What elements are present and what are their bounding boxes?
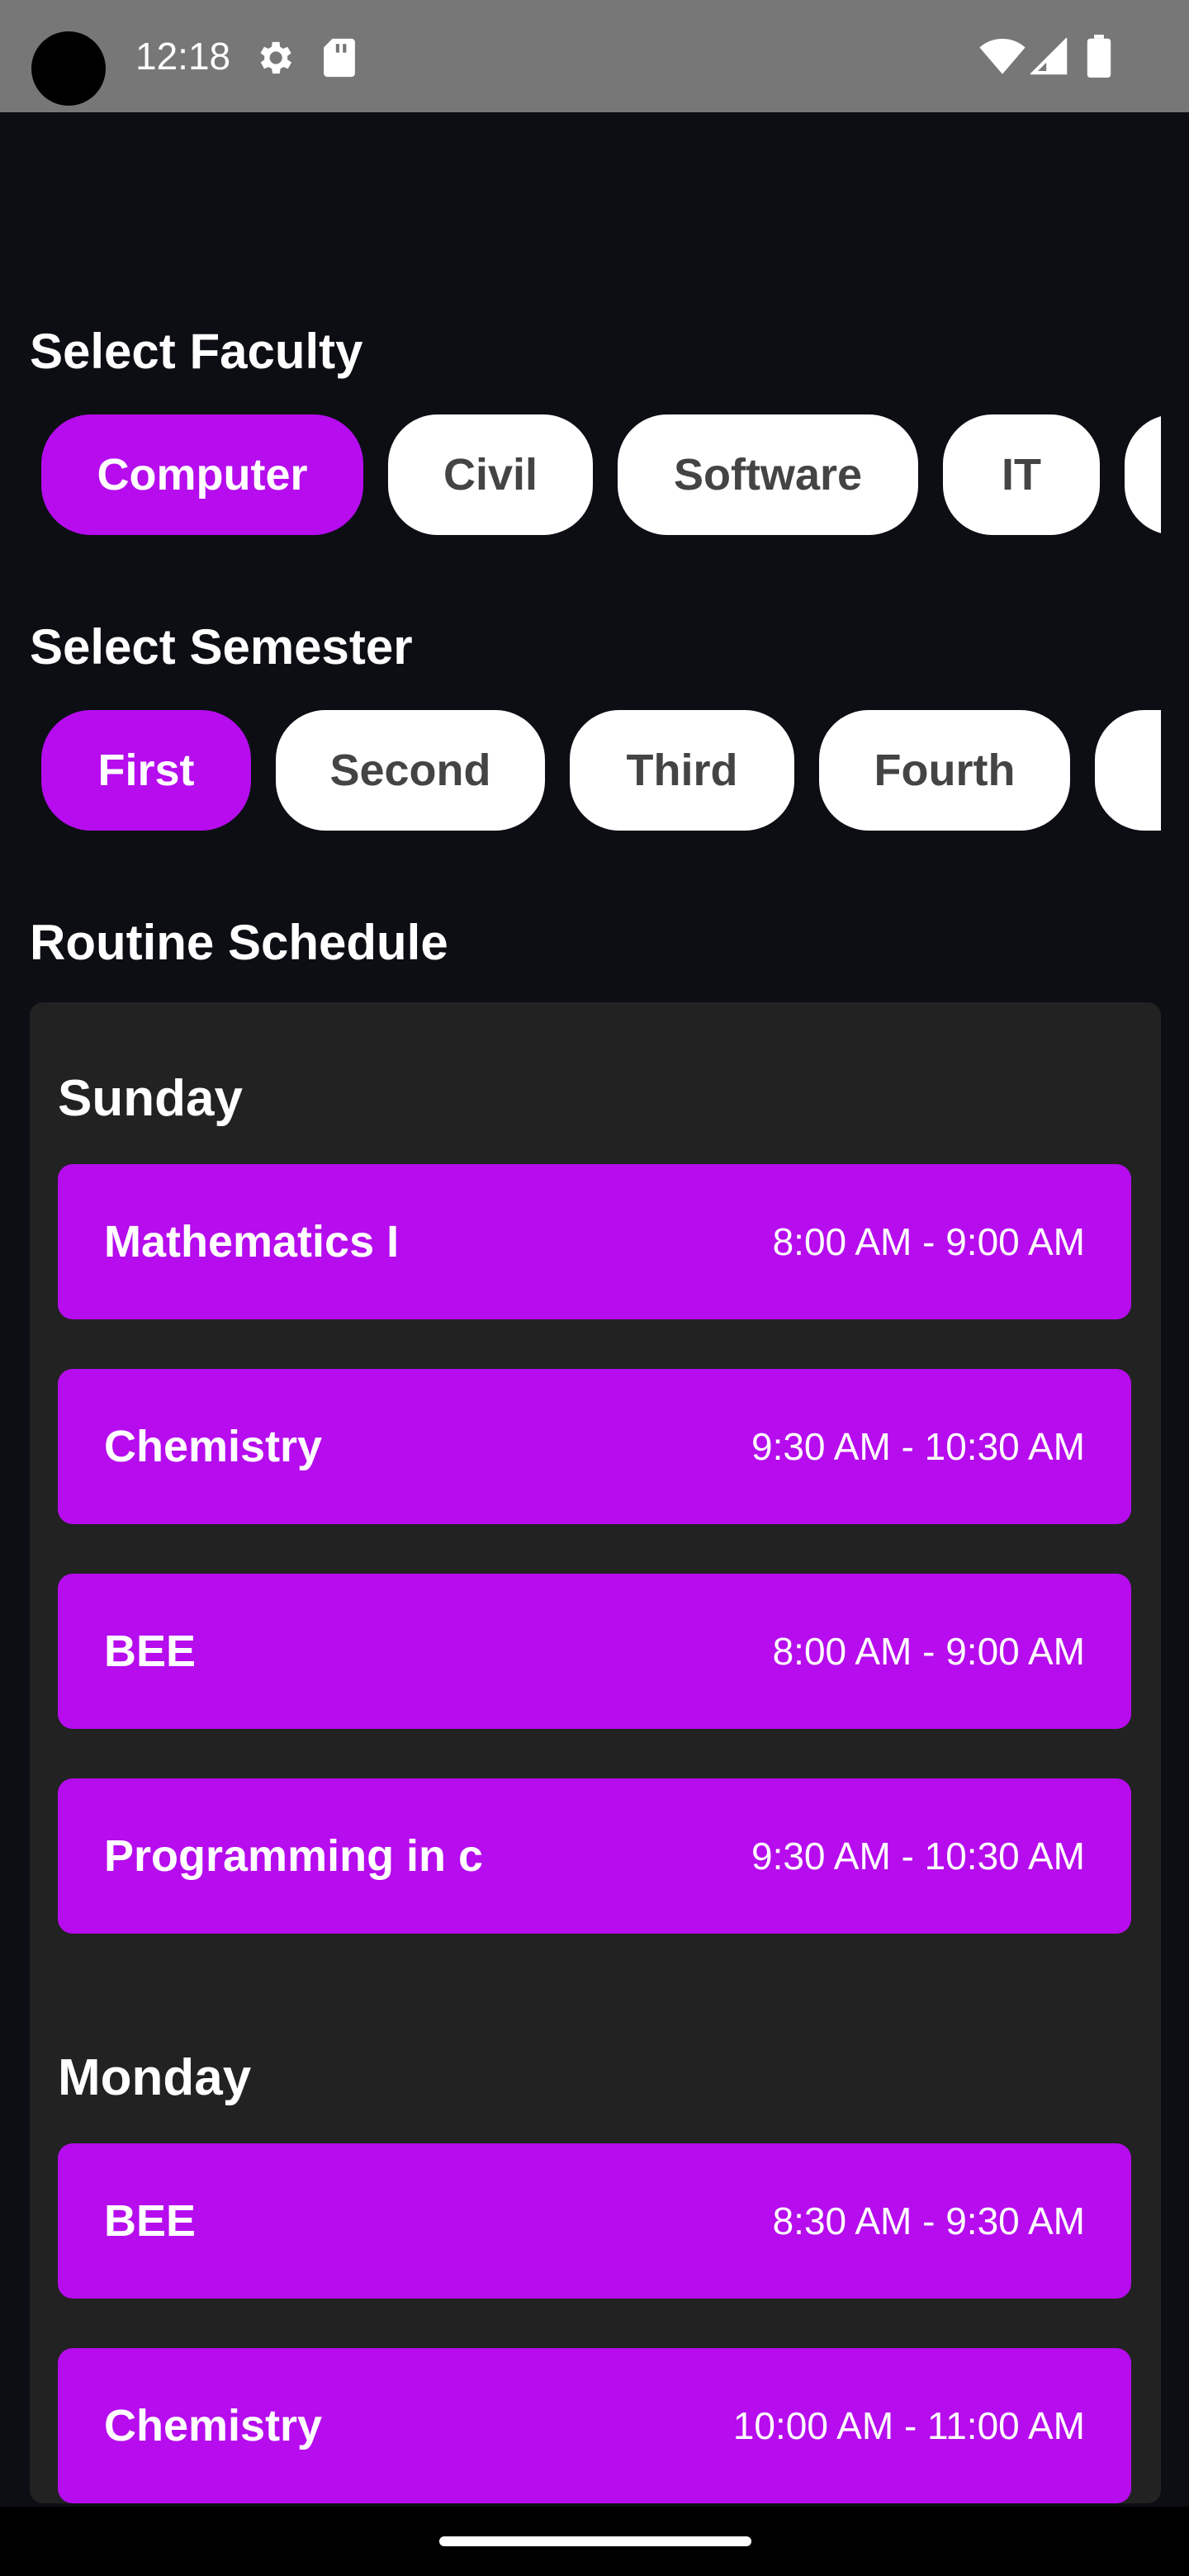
wifi-icon xyxy=(979,38,1026,74)
settings-gear-icon xyxy=(260,41,292,74)
semester-section-title: Select Semester xyxy=(30,619,413,675)
status-time: 12:18 xyxy=(135,35,231,78)
battery-icon xyxy=(1087,35,1111,78)
semester-chip-first[interactable]: First xyxy=(41,710,251,831)
class-subject: Chemistry xyxy=(104,2401,323,2451)
semester-chip-fourth[interactable]: Fourth xyxy=(819,710,1070,831)
faculty-chip-civil[interactable]: Civil xyxy=(388,414,593,535)
faculty-chip-row[interactable]: Computer Civil Software IT xyxy=(0,414,1161,538)
faculty-chip-it[interactable]: IT xyxy=(943,414,1100,535)
faculty-chip-partial[interactable] xyxy=(1125,414,1161,535)
class-time: 9:30 AM - 10:30 AM xyxy=(751,1835,1085,1878)
class-item[interactable]: Programming in c 9:30 AM - 10:30 AM xyxy=(58,1778,1131,1934)
schedule-card: Sunday Mathematics I 8:00 AM - 9:00 AM C… xyxy=(30,1002,1161,2503)
class-subject: BEE xyxy=(104,2196,197,2246)
class-time: 8:30 AM - 9:30 AM xyxy=(772,2200,1085,2242)
day-title-sunday: Sunday xyxy=(58,1070,243,1127)
class-time: 8:00 AM - 9:00 AM xyxy=(772,1630,1085,1673)
class-time: 10:00 AM - 11:00 AM xyxy=(732,2404,1085,2447)
sd-card-icon xyxy=(324,38,355,78)
camera-cutout xyxy=(31,31,106,106)
class-subject: Programming in c xyxy=(104,1831,484,1881)
class-item[interactable]: Mathematics I 8:00 AM - 9:00 AM xyxy=(58,1164,1131,1319)
faculty-section-title: Select Faculty xyxy=(30,324,363,379)
semester-chip-third[interactable]: Third xyxy=(570,710,794,831)
semester-chip-second[interactable]: Second xyxy=(276,710,545,831)
navigation-bar xyxy=(0,2507,1189,2576)
status-bar: 12:18 xyxy=(0,0,1189,112)
home-gesture-handle[interactable] xyxy=(439,2536,751,2546)
schedule-section-title: Routine Schedule xyxy=(30,915,448,970)
day-title-monday: Monday xyxy=(58,2049,252,2106)
faculty-chip-software[interactable]: Software xyxy=(618,414,918,535)
class-subject: Mathematics I xyxy=(104,1217,400,1267)
class-time: 9:30 AM - 10:30 AM xyxy=(751,1425,1085,1468)
class-time: 8:00 AM - 9:00 AM xyxy=(772,1220,1085,1263)
cell-signal-icon xyxy=(1030,38,1068,75)
class-subject: BEE xyxy=(104,1627,197,1676)
semester-chip-partial[interactable] xyxy=(1095,710,1161,831)
faculty-chip-computer[interactable]: Computer xyxy=(41,414,363,535)
class-item[interactable]: BEE 8:00 AM - 9:00 AM xyxy=(58,1574,1131,1729)
class-item[interactable]: Chemistry 9:30 AM - 10:30 AM xyxy=(58,1369,1131,1524)
semester-chip-row[interactable]: First Second Third Fourth xyxy=(0,710,1161,834)
class-subject: Chemistry xyxy=(104,1422,323,1471)
class-item[interactable]: Chemistry 10:00 AM - 11:00 AM xyxy=(58,2348,1131,2503)
class-item[interactable]: BEE 8:30 AM - 9:30 AM xyxy=(58,2143,1131,2299)
